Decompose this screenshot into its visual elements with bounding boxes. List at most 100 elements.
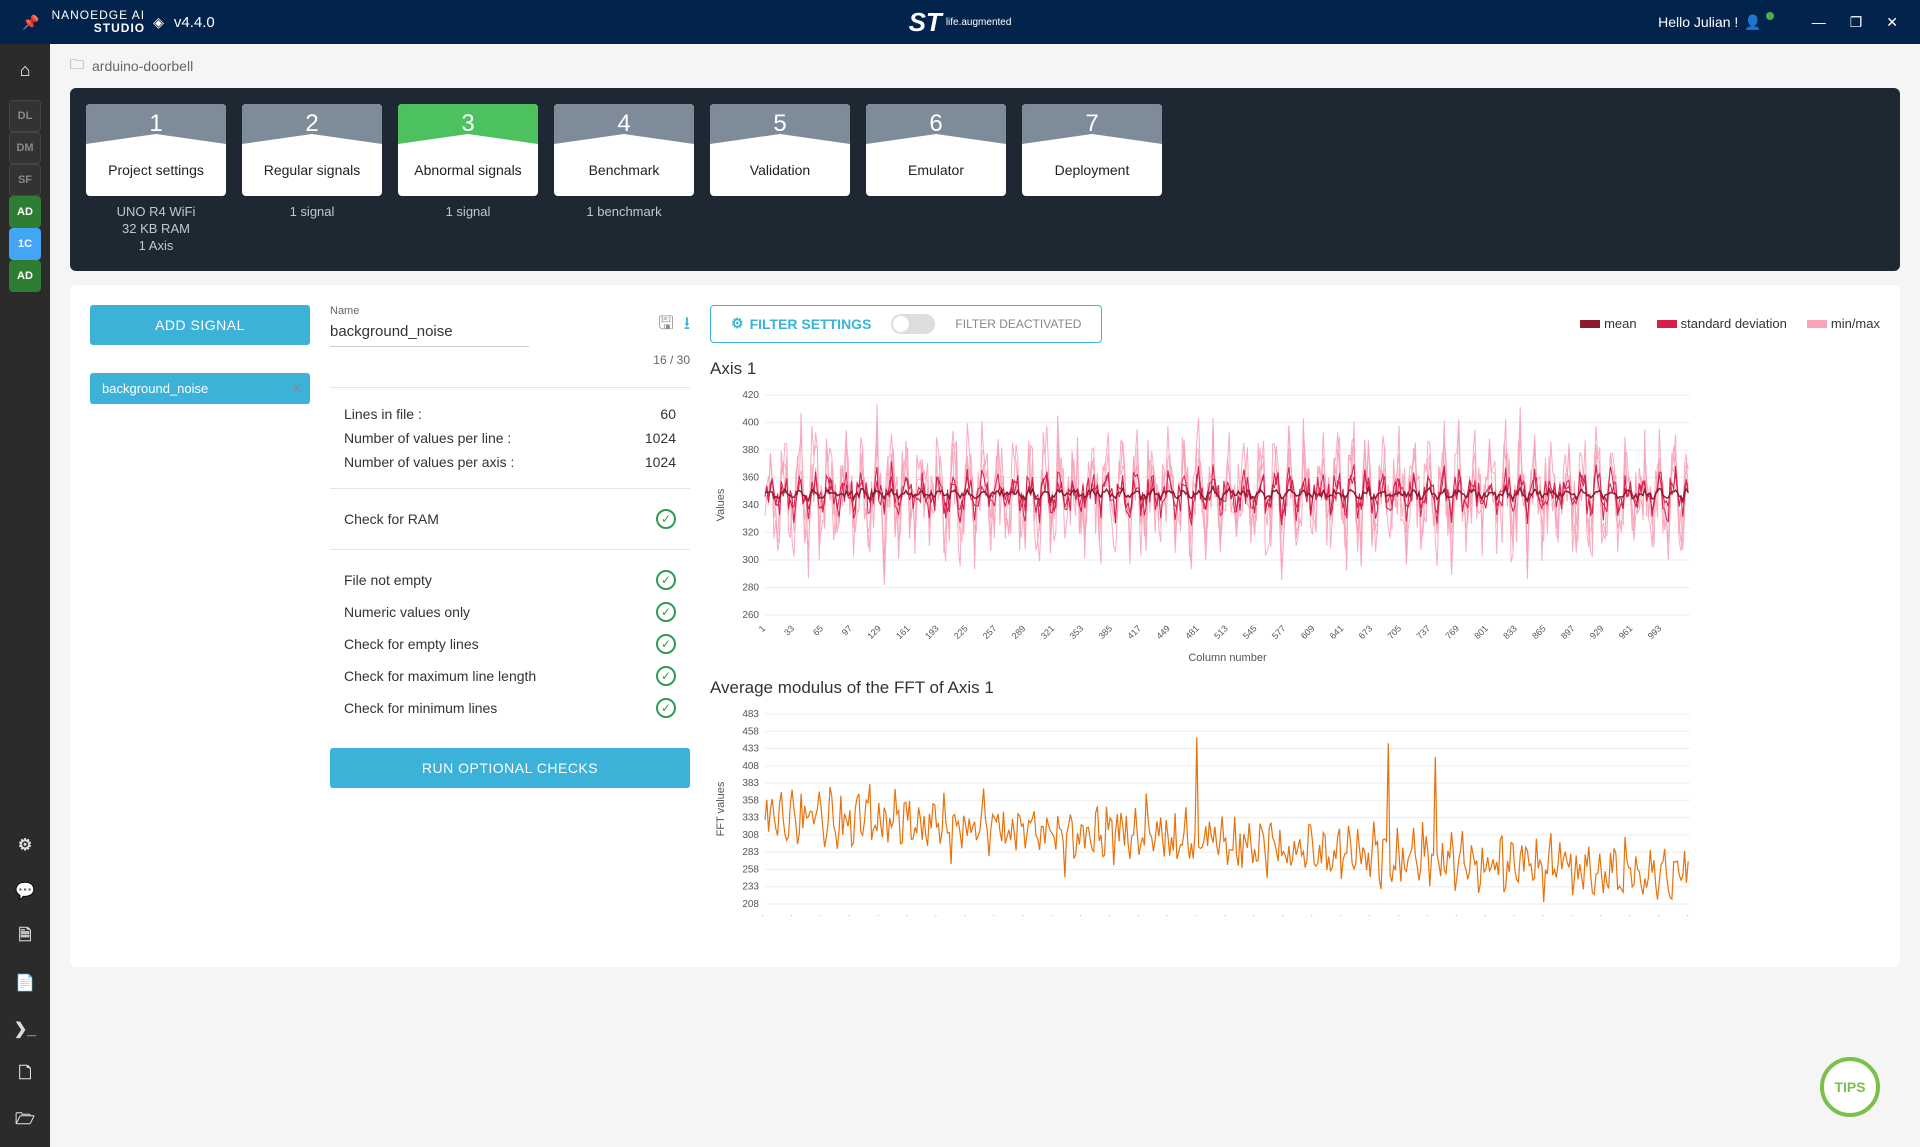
breadcrumb: 🗀 arduino-doorbell [50, 44, 1920, 88]
svg-text:353: 353 [1068, 623, 1086, 641]
svg-text:449: 449 [1154, 623, 1172, 641]
chart1-title: Axis 1 [710, 359, 1880, 379]
st-logo: STlife.augmented [909, 7, 1012, 38]
maximize-button[interactable]: ❐ [1850, 14, 1863, 31]
step-2[interactable]: 2Regular signals1 signal [242, 104, 382, 255]
gear-icon: ⚙ [731, 315, 744, 332]
svg-text:161: 161 [894, 623, 912, 641]
download-icon[interactable]: ⭳ [684, 311, 690, 341]
svg-text:233: 233 [742, 881, 759, 892]
sidebar-terminal-icon[interactable]: ❯_ [9, 1013, 41, 1045]
folder-icon: 🗀 [70, 54, 84, 78]
sidebar-settings-icon[interactable]: ⚙ [9, 829, 41, 861]
sidebar-item-dm-1[interactable]: DM [9, 132, 41, 164]
check-ok-icon: ✓ [656, 509, 676, 529]
svg-text:·: · [1221, 911, 1229, 919]
signal-name-input[interactable] [330, 317, 529, 347]
check-row: Numeric values only✓ [330, 596, 690, 628]
step-1[interactable]: 1Project settingsUNO R4 WiFi32 KB RAM1 A… [86, 104, 226, 255]
sidebar-item-ad-3[interactable]: AD [9, 196, 41, 228]
svg-text:408: 408 [742, 760, 759, 771]
check-ok-icon: ✓ [656, 602, 676, 622]
workflow-steps: 1Project settingsUNO R4 WiFi32 KB RAM1 A… [70, 88, 1900, 271]
step-6[interactable]: 6Emulator [866, 104, 1006, 255]
svg-text:260: 260 [742, 610, 759, 621]
sidebar-chat-icon[interactable]: 💬 [9, 875, 41, 907]
sidebar-doc-icon[interactable]: 🗎 [9, 921, 41, 953]
svg-text:420: 420 [742, 390, 759, 401]
svg-text:705: 705 [1386, 623, 1404, 641]
check-row: Check for minimum lines✓ [330, 692, 690, 724]
svg-text:·: · [758, 911, 766, 919]
signal-tab[interactable]: background_noise ✕ [90, 373, 310, 404]
svg-text:320: 320 [742, 527, 759, 538]
step-4[interactable]: 4Benchmark1 benchmark [554, 104, 694, 255]
svg-text:·: · [1163, 911, 1171, 919]
check-ok-icon: ✓ [656, 666, 676, 686]
pin-icon[interactable]: 📌 [22, 14, 39, 31]
tips-button[interactable]: TIPS [1820, 1057, 1880, 1117]
sidebar-file-icon[interactable]: 📄 [9, 967, 41, 999]
filter-toggle[interactable] [891, 314, 935, 334]
filter-status: FILTER DEACTIVATED [955, 317, 1081, 331]
svg-text:208: 208 [742, 899, 759, 910]
svg-text:·: · [1018, 911, 1026, 919]
svg-text:283: 283 [742, 847, 759, 858]
step-7[interactable]: 7Deployment [1022, 104, 1162, 255]
close-signal-icon[interactable]: ✕ [291, 381, 302, 397]
run-checks-button[interactable]: RUN OPTIONAL CHECKS [330, 748, 690, 788]
svg-text:300: 300 [742, 555, 759, 566]
svg-text:433: 433 [742, 743, 759, 754]
svg-text:129: 129 [865, 623, 883, 641]
info-row: Lines in file :60 [330, 402, 690, 426]
svg-text:929: 929 [1588, 623, 1606, 641]
check-row: Check for maximum line length✓ [330, 660, 690, 692]
sidebar-item-1c-4[interactable]: 1C [9, 228, 41, 260]
sidebar-folder-icon[interactable]: 🗁 [9, 1105, 41, 1137]
svg-text:993: 993 [1646, 623, 1664, 641]
chart-axis1: 2602803003203403603804004201336597129161… [710, 385, 1700, 665]
svg-text:·: · [1510, 911, 1518, 919]
svg-text:360: 360 [742, 472, 759, 483]
close-button[interactable]: ✕ [1886, 14, 1898, 31]
svg-text:225: 225 [952, 623, 970, 641]
svg-text:·: · [1307, 911, 1315, 919]
svg-text:·: · [1076, 911, 1084, 919]
sidebar-item-dl-0[interactable]: DL [9, 100, 41, 132]
sidebar-home[interactable]: ⌂ [9, 54, 41, 86]
sidebar-item-ad-5[interactable]: AD [9, 260, 41, 292]
svg-text:·: · [1654, 911, 1662, 919]
user-icon: 👤 [1744, 14, 1761, 31]
name-label: Name [330, 305, 648, 317]
step-5[interactable]: 5Validation [710, 104, 850, 255]
svg-text:897: 897 [1559, 623, 1577, 641]
svg-text:385: 385 [1096, 623, 1114, 641]
chart2-title: Average modulus of the FFT of Axis 1 [710, 678, 1880, 698]
svg-text:·: · [1539, 911, 1547, 919]
version-label: v4.4.0 [174, 14, 215, 31]
svg-text:·: · [845, 911, 853, 919]
step-3[interactable]: 3Abnormal signals1 signal [398, 104, 538, 255]
svg-text:33: 33 [782, 623, 796, 637]
svg-text:Values: Values [715, 488, 727, 521]
sidebar-config-icon[interactable]: 🗋 [9, 1059, 41, 1091]
svg-text:481: 481 [1183, 623, 1201, 641]
svg-text:801: 801 [1472, 623, 1490, 641]
app-logo-text: NANOEDGE AI STUDIO [51, 9, 145, 35]
svg-text:257: 257 [981, 623, 999, 641]
sidebar-item-sf-2[interactable]: SF [9, 164, 41, 196]
check-ok-icon: ✓ [656, 570, 676, 590]
add-signal-button[interactable]: ADD SIGNAL [90, 305, 310, 345]
minimize-button[interactable]: — [1812, 14, 1826, 30]
filter-settings-button[interactable]: ⚙ FILTER SETTINGS [731, 315, 871, 332]
save-icon[interactable]: 🖫 [658, 311, 673, 341]
svg-text:458: 458 [742, 726, 759, 737]
svg-text:·: · [1423, 911, 1431, 919]
check-row: Check for empty lines✓ [330, 628, 690, 660]
svg-text:·: · [1625, 911, 1633, 919]
svg-text:97: 97 [840, 623, 854, 637]
svg-text:·: · [1192, 911, 1200, 919]
svg-text:Column number: Column number [1188, 652, 1267, 664]
svg-text:·: · [1105, 911, 1113, 919]
chart-legend: meanstandard deviationmin/max [1580, 316, 1880, 331]
